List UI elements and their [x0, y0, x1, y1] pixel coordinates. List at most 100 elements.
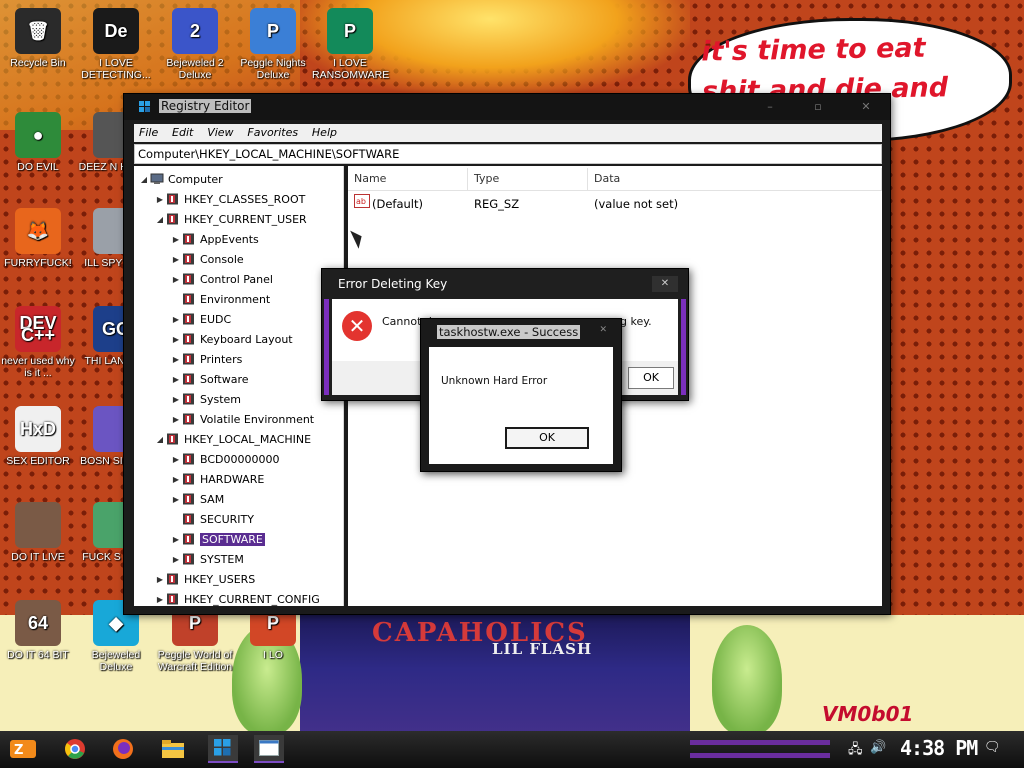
tree-node[interactable]: ◢ HKEY_CURRENT_USER — [154, 210, 307, 228]
tree-node[interactable]: ▶ Console — [170, 250, 244, 268]
desktop-icon[interactable]: 2 Bejeweled 2 Deluxe — [157, 8, 233, 81]
expand-arrow-icon[interactable]: ◢ — [154, 435, 166, 444]
desktop-icon-label: DO EVIL — [17, 161, 59, 173]
tree-node[interactable]: ▶ SAM — [170, 490, 224, 508]
notification-icon[interactable]: 🗨 — [984, 740, 1001, 755]
taskbar-file-explorer[interactable] — [158, 735, 188, 763]
tree-node[interactable]: ▶ HARDWARE — [170, 470, 264, 488]
desktop-icon[interactable]: ● DO EVIL — [0, 112, 76, 173]
tree-node[interactable]: ▶ Software — [170, 370, 249, 388]
tree-node-label: Console — [200, 252, 244, 266]
computer-icon — [150, 173, 164, 184]
address-bar[interactable]: Computer\HKEY_LOCAL_MACHINE\SOFTWARE — [134, 144, 882, 164]
registry-tree[interactable]: ◢ Computer ▶ HKEY_CLASSES_ROOT ◢ HKEY_CURRENT… — [134, 166, 344, 606]
expand-arrow-icon[interactable]: ▶ — [154, 575, 166, 584]
expand-arrow-icon[interactable]: ▶ — [154, 595, 166, 604]
tree-node[interactable]: SECURITY — [170, 510, 254, 528]
expand-arrow-icon[interactable]: ▶ — [170, 375, 182, 384]
expand-arrow-icon[interactable]: ▶ — [170, 495, 182, 504]
tree-node[interactable]: ▶ SOFTWARE — [170, 530, 265, 548]
tree-node[interactable]: ▶ Printers — [170, 350, 242, 368]
desktop-icon[interactable]: De I LOVE DETECTING... — [78, 8, 154, 81]
taskbar-chrome[interactable] — [60, 735, 90, 763]
tree-node[interactable]: ▶ BCD00000000 — [170, 450, 280, 468]
taskbar-registry-editor[interactable] — [208, 735, 238, 763]
menu-view[interactable]: View — [202, 124, 238, 141]
desktop-icon-label: Bejeweled Deluxe — [91, 649, 141, 673]
expand-arrow-icon[interactable]: ▶ — [170, 555, 182, 564]
expand-arrow-icon[interactable]: ▶ — [154, 195, 166, 204]
tree-node-label: Control Panel — [200, 272, 273, 286]
hard-error-dialog[interactable]: taskhostw.exe - Success ✕ Unknown Hard E… — [420, 318, 622, 472]
expand-arrow-icon[interactable]: ▶ — [170, 275, 182, 284]
tree-node[interactable]: ◢ HKEY_LOCAL_MACHINE — [154, 430, 311, 448]
folder-icon — [162, 740, 184, 758]
tree-node[interactable]: ▶ SYSTEM — [170, 550, 244, 568]
minimize-button[interactable]: – — [754, 98, 786, 116]
taskbar-firefox[interactable] — [108, 735, 138, 763]
expand-arrow-icon[interactable]: ▶ — [170, 395, 182, 404]
tree-node[interactable]: Environment — [170, 290, 270, 308]
vm-tag: VM0b01 — [822, 702, 914, 726]
tree-node[interactable]: ▶ Keyboard Layout — [170, 330, 293, 348]
desktop-icon[interactable]: 🦊 FURRYFUCK! — [0, 208, 76, 269]
dialog-close-button[interactable]: ✕ — [652, 276, 678, 292]
tree-node[interactable]: ▶ HKEY_USERS — [154, 570, 255, 588]
column-data[interactable]: Data — [588, 168, 882, 190]
maximize-button[interactable]: ▫ — [802, 98, 834, 116]
svg-text:ab: ab — [356, 197, 366, 206]
tree-node[interactable]: ▶ HKEY_CURRENT_CONFIG — [154, 590, 320, 606]
desktop-icon-label: Peggle World of Warcraft Edition — [157, 649, 233, 673]
detect-it-easy-icon: De — [93, 8, 139, 54]
menu-edit[interactable]: Edit — [167, 124, 198, 141]
firefox-icon: 🦊 — [15, 208, 61, 254]
desktop-icon[interactable]: DEV C++ never used why is it ... — [0, 306, 76, 379]
expand-arrow-icon[interactable]: ▶ — [170, 475, 182, 484]
list-item[interactable]: ab (Default) REG_SZ (value not set) — [348, 194, 882, 214]
expand-arrow-icon[interactable]: ◢ — [154, 215, 166, 224]
tree-node[interactable]: ▶ EUDC — [170, 310, 231, 328]
expand-arrow-icon[interactable]: ▶ — [170, 315, 182, 324]
column-name[interactable]: Name — [348, 168, 468, 190]
portrait-64-icon: 64 — [15, 600, 61, 646]
expand-arrow-icon[interactable]: ▶ — [170, 535, 182, 544]
menu-file[interactable]: File — [134, 124, 163, 141]
tree-node[interactable]: ▶ HKEY_CLASSES_ROOT — [154, 190, 305, 208]
desktop-icon[interactable]: HxD SEX EDITOR — [0, 406, 76, 467]
ok-button[interactable]: OK — [505, 427, 589, 449]
column-type[interactable]: Type — [468, 168, 588, 190]
ok-button[interactable]: OK — [628, 367, 674, 389]
expand-arrow-icon[interactable]: ▶ — [170, 335, 182, 344]
menu-help[interactable]: Help — [307, 124, 342, 141]
expand-arrow-icon[interactable]: ▶ — [170, 255, 182, 264]
expand-arrow-icon[interactable]: ▶ — [170, 455, 182, 464]
desktop-icon[interactable]: P I LOVE RANSOMWARE — [312, 8, 389, 81]
volume-icon[interactable]: 🔊 — [870, 740, 886, 755]
desktop-icon[interactable]: 🗑 Recycle Bin — [0, 8, 76, 69]
tree-node[interactable]: ▶ System — [170, 390, 241, 408]
expand-arrow-icon[interactable]: ▶ — [170, 235, 182, 244]
network-icon[interactable]: 🖧 — [848, 740, 863, 762]
dialog-close-button[interactable]: ✕ — [599, 325, 607, 335]
tree-node-label: EUDC — [200, 312, 232, 326]
taskbar-clock[interactable]: 4:38 PM — [900, 736, 978, 760]
title-bar[interactable]: Registry Editor – ▫ ✕ — [124, 94, 890, 120]
taskbar-dialog-window[interactable] — [254, 735, 284, 763]
tree-node[interactable]: ▶ Control Panel — [170, 270, 273, 288]
tree-node[interactable]: ▶ AppEvents — [170, 230, 259, 248]
start-button[interactable]: Z — [8, 735, 38, 763]
menu-favorites[interactable]: Favorites — [242, 124, 303, 141]
chrome-icon: ● — [15, 112, 61, 158]
tree-node-label: BCD00000000 — [200, 452, 280, 466]
folder-icon — [183, 533, 194, 545]
expand-arrow-icon[interactable]: ▶ — [170, 355, 182, 364]
desktop-icon[interactable]: DO IT LIVE — [0, 502, 76, 563]
close-button[interactable]: ✕ — [850, 98, 882, 116]
tree-node[interactable]: ▶ Volatile Environment — [170, 410, 314, 428]
desktop-icon[interactable]: P Peggle Nights Deluxe — [235, 8, 311, 81]
desktop-icon[interactable]: 64 DO IT 64 BIT — [0, 600, 76, 661]
expand-arrow-icon[interactable]: ◢ — [138, 175, 150, 184]
expand-arrow-icon[interactable]: ▶ — [170, 415, 182, 424]
tree-node[interactable]: ◢ Computer — [138, 170, 223, 188]
tree-node-label: Printers — [200, 352, 243, 366]
